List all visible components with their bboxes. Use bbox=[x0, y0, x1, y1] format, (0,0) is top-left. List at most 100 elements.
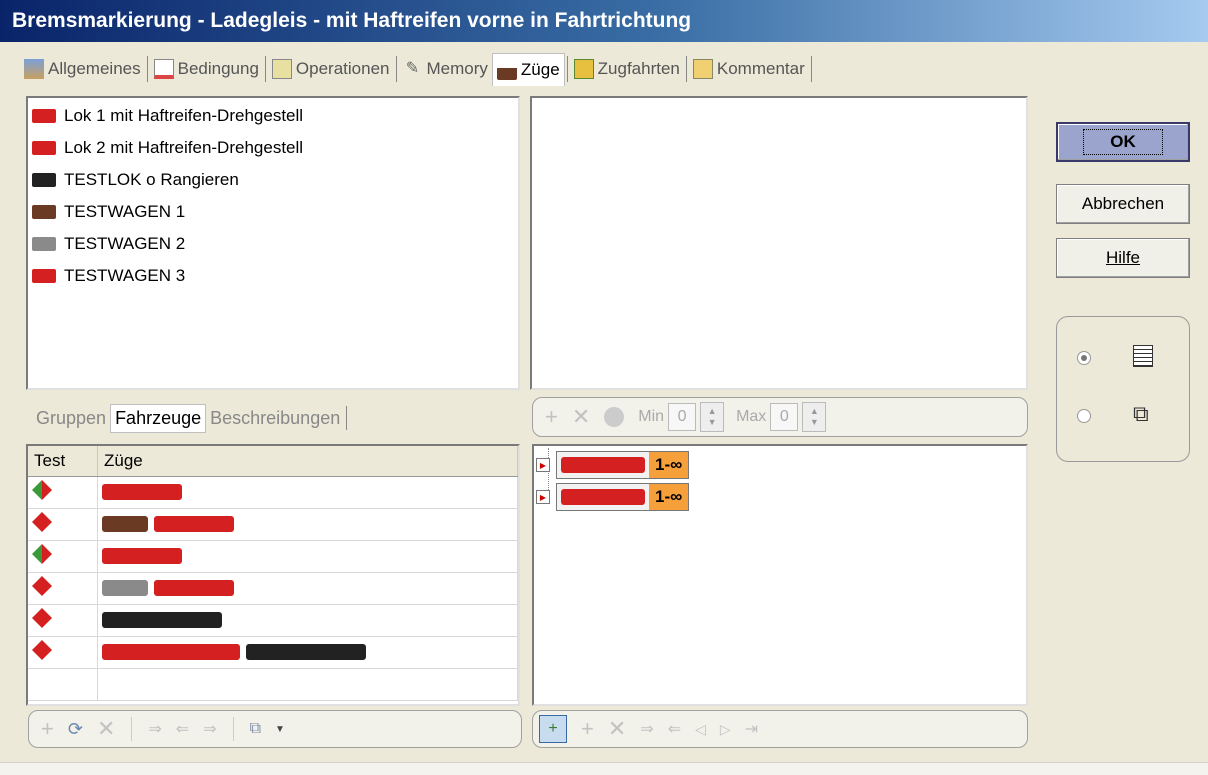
test-cell[interactable] bbox=[28, 540, 98, 573]
max-input[interactable]: 0 bbox=[770, 403, 799, 431]
tab-kommentar[interactable]: Kommentar bbox=[689, 53, 809, 85]
arrow-right-icon[interactable]: ⇒ bbox=[203, 719, 216, 739]
arrow-left-icon[interactable]: ⇐ bbox=[668, 719, 681, 739]
vehicle-list-item[interactable]: Lok 1 mit Haftreifen-Drehgestell bbox=[28, 100, 518, 132]
window-title: Bremsmarkierung - Ladegleis - mit Haftre… bbox=[0, 0, 1208, 42]
test-passed-icon[interactable] bbox=[32, 480, 52, 500]
arrow-left-icon[interactable]: ⇐ bbox=[176, 719, 189, 739]
view-list-radio[interactable] bbox=[1077, 351, 1091, 365]
vehicle-label: Lok 2 mit Haftreifen-Drehgestell bbox=[64, 138, 304, 157]
column-header-zuege[interactable]: Züge bbox=[97, 446, 518, 477]
cancel-button[interactable]: Abbrechen bbox=[1056, 184, 1190, 224]
consist-cell bbox=[97, 476, 518, 509]
ok-button[interactable]: OK bbox=[1056, 122, 1190, 162]
vehicle-list-item[interactable]: TESTWAGEN 2 bbox=[28, 228, 518, 260]
arrow-right-icon[interactable]: ⇒ bbox=[148, 719, 161, 739]
triangle-right-icon[interactable]: ▷ bbox=[720, 721, 731, 738]
tab-gruppen[interactable]: Gruppen bbox=[32, 405, 110, 432]
rule-row[interactable]: ▶ 1-∞ bbox=[536, 482, 690, 512]
expand-icon[interactable]: ▶ bbox=[536, 458, 550, 472]
vehicle-label: TESTWAGEN 3 bbox=[64, 266, 186, 285]
tab-memory[interactable]: ✎ Memory bbox=[399, 53, 492, 85]
consist-cell bbox=[97, 604, 518, 637]
triangle-left-icon[interactable]: ◁ bbox=[695, 721, 706, 738]
tab-beschreibungen[interactable]: Beschreibungen bbox=[206, 405, 344, 432]
operations-icon bbox=[271, 59, 292, 79]
tab-label: Memory bbox=[426, 59, 488, 78]
test-cell[interactable] bbox=[28, 508, 98, 541]
vehicle-list-item[interactable]: TESTLOK o Rangieren bbox=[28, 164, 518, 196]
test-passed-icon[interactable] bbox=[32, 544, 52, 564]
vehicle-icon bbox=[32, 237, 56, 251]
add-icon[interactable]: + bbox=[41, 716, 54, 742]
table-row[interactable] bbox=[28, 508, 518, 541]
test-cell[interactable] bbox=[28, 604, 98, 637]
vehicle-list[interactable]: Lok 1 mit Haftreifen-Drehgestell Lok 2 mi… bbox=[26, 96, 520, 390]
min-spinner[interactable]: ▲ ▼ bbox=[700, 402, 725, 432]
consist-cell bbox=[97, 540, 518, 573]
vehicle-list-item[interactable]: Lok 2 mit Haftreifen-Drehgestell bbox=[28, 132, 518, 164]
tab-bedingung[interactable]: Bedingung bbox=[150, 53, 263, 85]
help-button[interactable]: Hilfe bbox=[1056, 238, 1190, 278]
vehicle-image-icon bbox=[102, 612, 222, 629]
min-input[interactable]: 0 bbox=[668, 403, 697, 431]
vehicle-list-item[interactable]: TESTWAGEN 1 bbox=[28, 196, 518, 228]
tab-operationen[interactable]: Operationen bbox=[268, 53, 394, 85]
table-row[interactable] bbox=[28, 572, 518, 605]
test-cell[interactable] bbox=[28, 476, 98, 509]
tab-label: Zugfahrten bbox=[597, 59, 680, 78]
vehicle-icon bbox=[32, 205, 56, 219]
max-spinner[interactable]: ▲ ▼ bbox=[802, 402, 827, 432]
table-row[interactable] bbox=[28, 636, 518, 669]
tab-allgemeines[interactable]: Allgemeines bbox=[20, 53, 145, 85]
rule-count: 1-∞ bbox=[649, 484, 689, 510]
test-cell[interactable] bbox=[28, 636, 98, 669]
copy-icon[interactable]: ⧉ bbox=[250, 720, 261, 738]
test-failed-icon[interactable] bbox=[32, 608, 52, 628]
tab-label: Kommentar bbox=[716, 59, 805, 78]
circle-icon[interactable] bbox=[604, 407, 625, 427]
arrow-right-icon[interactable]: ⇒ bbox=[640, 719, 653, 739]
delete-icon[interactable]: ✕ bbox=[97, 716, 115, 742]
ok-label: OK bbox=[1083, 129, 1163, 155]
table-row[interactable] bbox=[28, 540, 518, 573]
column-header-test[interactable]: Test bbox=[28, 446, 98, 477]
trains-icon bbox=[496, 59, 517, 80]
tab-zugfahrten[interactable]: Zugfahrten bbox=[570, 53, 684, 85]
delete-icon[interactable]: ✕ bbox=[572, 404, 590, 430]
expand-icon[interactable]: ▶ bbox=[536, 490, 550, 504]
rule-row[interactable]: ▶ 1-∞ bbox=[536, 450, 690, 480]
vehicle-image-icon bbox=[246, 644, 366, 661]
rule-vehicle-box[interactable]: 1-∞ bbox=[556, 483, 690, 511]
vehicle-image-icon bbox=[561, 489, 645, 505]
add-rule-icon[interactable]: + bbox=[539, 715, 567, 743]
tab-fahrzeuge[interactable]: Fahrzeuge bbox=[110, 403, 207, 433]
general-icon bbox=[24, 59, 44, 79]
dropdown-icon[interactable]: ▼ bbox=[275, 724, 285, 735]
add-icon[interactable]: + bbox=[581, 716, 594, 742]
insert-icon[interactable]: ⇥ bbox=[745, 719, 758, 739]
refresh-icon[interactable]: ⟳ bbox=[68, 719, 83, 740]
tab-zuege[interactable]: Züge bbox=[491, 52, 565, 86]
vehicle-label: TESTWAGEN 2 bbox=[64, 234, 186, 253]
test-failed-icon[interactable] bbox=[32, 576, 52, 596]
vehicle-list-item[interactable]: TESTWAGEN 3 bbox=[28, 260, 518, 292]
view-cascade-radio[interactable] bbox=[1077, 409, 1091, 423]
vehicle-icon bbox=[32, 173, 56, 187]
rule-vehicle-box[interactable]: 1-∞ bbox=[556, 451, 690, 479]
rule-count: 1-∞ bbox=[649, 452, 689, 478]
table-row[interactable] bbox=[28, 476, 518, 509]
trains-toolbar: + ⟳ ✕ ⇒ ⇐ ⇒ ⧉ ▼ bbox=[28, 710, 522, 748]
vehicle-label: Lok 1 mit Haftreifen-Drehgestell bbox=[64, 106, 304, 125]
rules-toolbar: + + ✕ ⇒ ⇐ ◁ ▷ ⇥ bbox=[532, 710, 1028, 748]
vehicle-image-icon bbox=[102, 580, 148, 597]
rule-detail-panel bbox=[530, 96, 1028, 390]
delete-icon[interactable]: ✕ bbox=[608, 716, 626, 742]
vehicle-image-icon bbox=[102, 548, 182, 565]
test-failed-icon[interactable] bbox=[32, 512, 52, 532]
table-row[interactable] bbox=[28, 604, 518, 637]
test-cell[interactable] bbox=[28, 572, 98, 605]
vehicle-view-tabs: Gruppen Fahrzeuge Beschreibungen bbox=[32, 400, 349, 436]
test-failed-icon[interactable] bbox=[32, 640, 52, 660]
add-icon[interactable]: + bbox=[545, 404, 558, 430]
